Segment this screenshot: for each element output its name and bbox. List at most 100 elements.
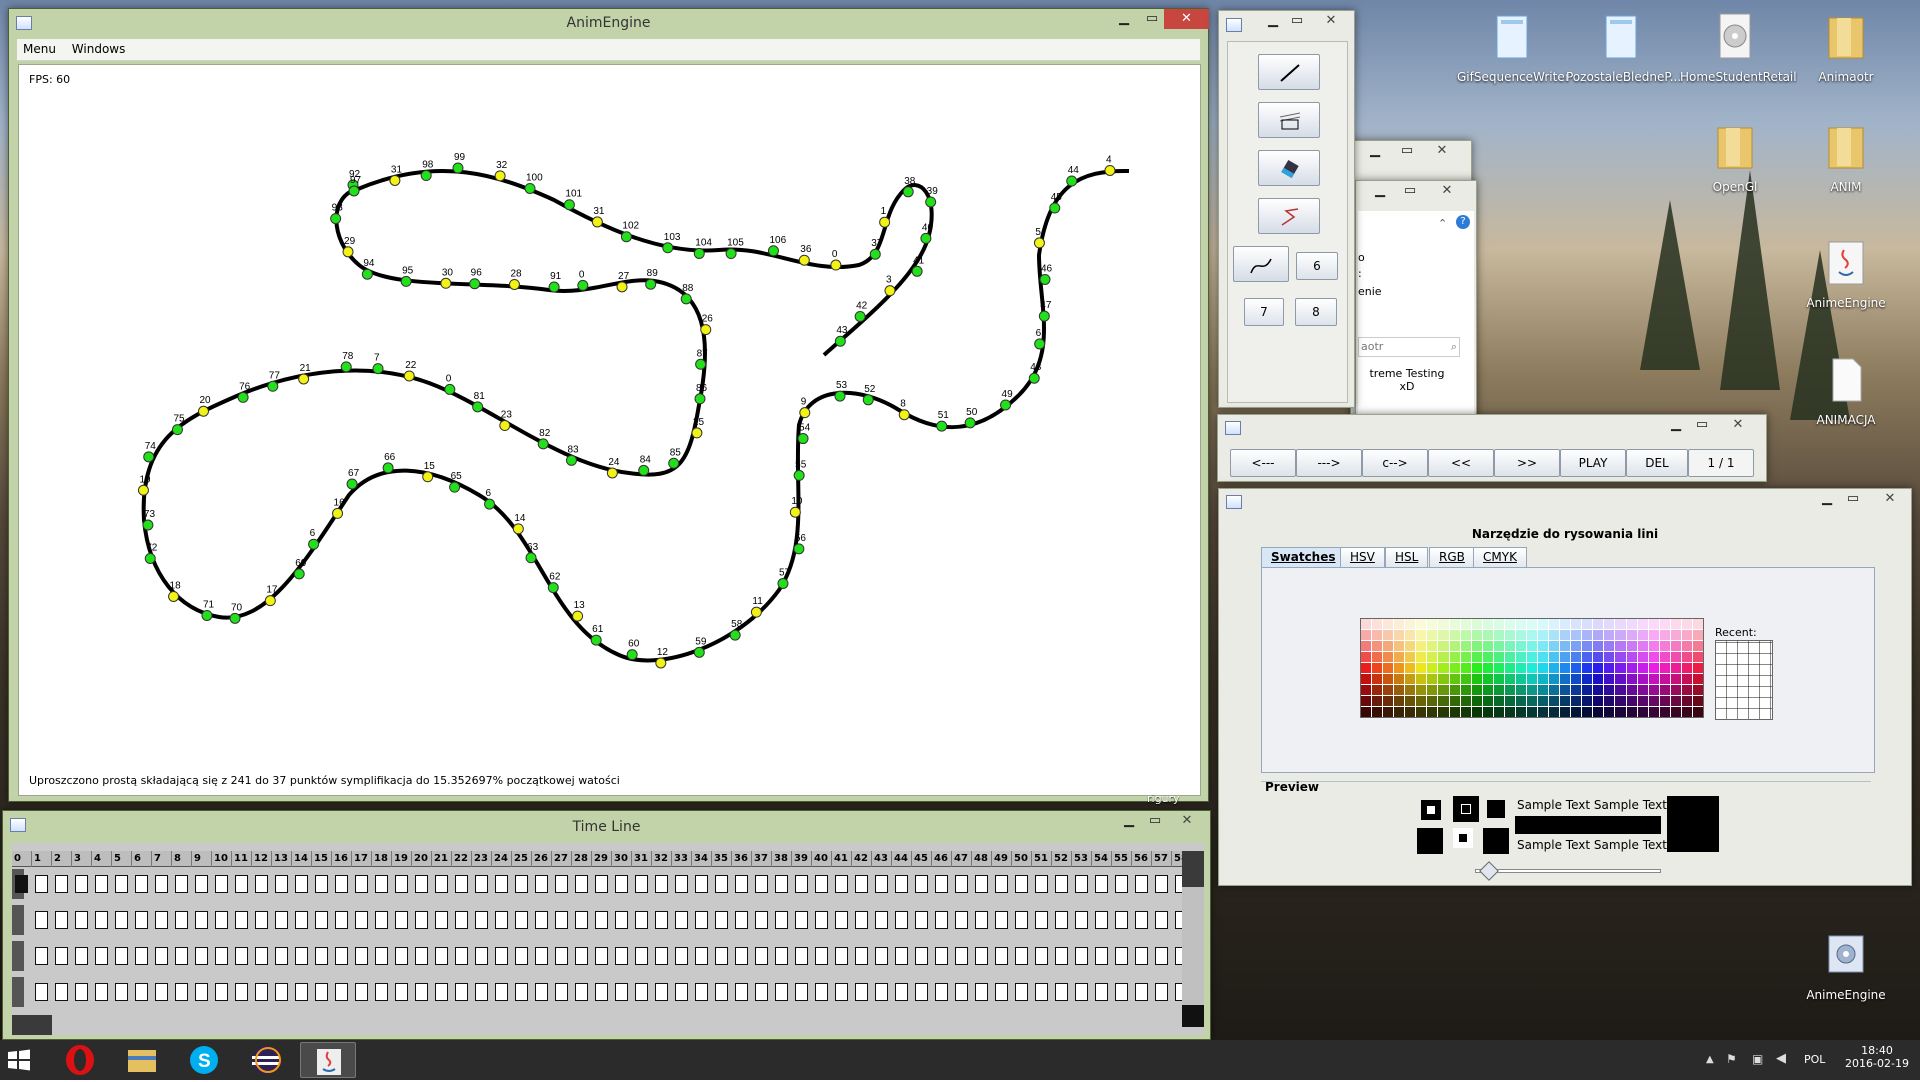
swatch-cell[interactable] — [1471, 619, 1482, 629]
swatch-cell[interactable] — [1372, 696, 1383, 706]
frame-cell[interactable] — [55, 947, 68, 965]
swatch-cell[interactable] — [1560, 663, 1571, 673]
minimize-button[interactable]: ▁ — [1119, 811, 1139, 831]
swatch-cell[interactable] — [1604, 707, 1615, 717]
minimize-button[interactable]: ▁ — [1365, 141, 1385, 161]
curve-control-point[interactable] — [237, 391, 249, 403]
curve-control-point[interactable] — [267, 380, 279, 392]
swatch-cell[interactable] — [1582, 685, 1593, 695]
swatch-cell[interactable] — [1383, 619, 1394, 629]
swatch-cell[interactable] — [1482, 663, 1493, 673]
swatch-cell[interactable] — [1571, 707, 1582, 717]
swatch-cell[interactable] — [1692, 652, 1703, 662]
swatch-cell[interactable] — [1372, 641, 1383, 651]
frame-cell[interactable] — [1015, 947, 1028, 965]
curve-control-point[interactable] — [298, 373, 310, 385]
frame-cell[interactable] — [415, 983, 428, 1001]
frame-cell[interactable] — [155, 983, 168, 1001]
frame-cell[interactable] — [795, 983, 808, 1001]
swatch-cell[interactable] — [1493, 619, 1504, 629]
frame-cell[interactable] — [835, 911, 848, 929]
frame-cell[interactable] — [135, 875, 148, 893]
swatch-cell[interactable] — [1549, 652, 1560, 662]
swatch-cell[interactable] — [1604, 630, 1615, 640]
frame-cell[interactable] — [795, 875, 808, 893]
frame-cell[interactable] — [395, 947, 408, 965]
desktop-icon-homestudentretail[interactable]: HomeStudentRetail — [1680, 12, 1797, 84]
swatch-cell[interactable] — [1460, 652, 1471, 662]
swatch-cell[interactable] — [1626, 685, 1637, 695]
frame-cell[interactable] — [215, 875, 228, 893]
frame-cell[interactable] — [635, 911, 648, 929]
frame-cell[interactable] — [1015, 911, 1028, 929]
frame-cell[interactable] — [235, 983, 248, 1001]
play-button[interactable]: PLAY — [1560, 449, 1626, 477]
tool-button-8[interactable]: 8 — [1295, 298, 1337, 326]
frame-cell[interactable] — [715, 911, 728, 929]
swatch-cell[interactable] — [1571, 619, 1582, 629]
swatch-cell[interactable] — [1372, 630, 1383, 640]
curve-control-point[interactable] — [440, 277, 452, 289]
swatch-cell[interactable] — [1571, 663, 1582, 673]
swatch-cell[interactable] — [1383, 674, 1394, 684]
swatch-cell[interactable] — [1449, 696, 1460, 706]
swatch-cell[interactable] — [1438, 619, 1449, 629]
polyline-tool-button[interactable] — [1258, 198, 1320, 234]
frame-cell[interactable] — [955, 911, 968, 929]
frame-cell[interactable] — [895, 911, 908, 929]
frame-cell[interactable] — [995, 911, 1008, 929]
swatch-cell[interactable] — [1670, 696, 1681, 706]
frame-cell[interactable] — [915, 911, 928, 929]
frame-cell[interactable] — [575, 983, 588, 1001]
swatch-cell[interactable] — [1427, 630, 1438, 640]
frame-cell[interactable] — [495, 947, 508, 965]
swatch-cell[interactable] — [1460, 696, 1471, 706]
frame-cell[interactable] — [35, 947, 48, 965]
swatch-cell[interactable] — [1361, 707, 1372, 717]
frame-cell[interactable] — [975, 911, 988, 929]
delete-frame-button[interactable]: DEL — [1626, 449, 1688, 477]
swatch-cell[interactable] — [1493, 630, 1504, 640]
swatch-cell[interactable] — [1460, 619, 1471, 629]
drawing-canvas[interactable]: FPS: 60 92 93 29 94 95 30 96 28 91 0 27 89 88 26 87 86 2… — [18, 64, 1201, 796]
maximize-button[interactable]: ▭ — [1287, 11, 1307, 31]
swatch-cell[interactable] — [1615, 663, 1626, 673]
swatch-cell[interactable] — [1648, 685, 1659, 695]
frame-cell[interactable] — [535, 983, 548, 1001]
frame-cell[interactable] — [275, 875, 288, 893]
swatch-cell[interactable] — [1471, 674, 1482, 684]
frame-cell[interactable] — [395, 983, 408, 1001]
swatch-cell[interactable] — [1659, 663, 1670, 673]
frame-cell[interactable] — [955, 947, 968, 965]
swatch-cell[interactable] — [1460, 685, 1471, 695]
swatch-cell[interactable] — [1593, 619, 1604, 629]
swatch-cell[interactable] — [1560, 674, 1571, 684]
frame-cell[interactable] — [695, 947, 708, 965]
frame-cell[interactable] — [75, 983, 88, 1001]
frame-cell[interactable] — [255, 983, 268, 1001]
swatch-cell[interactable] — [1405, 652, 1416, 662]
frame-cell[interactable] — [435, 983, 448, 1001]
swatch-cell[interactable] — [1515, 707, 1526, 717]
curve-control-point[interactable] — [789, 506, 801, 518]
curve-control-point[interactable] — [1038, 310, 1050, 322]
frame-cell[interactable] — [475, 983, 488, 1001]
tool-button-7[interactable]: 7 — [1244, 298, 1284, 326]
frame-cell-selected[interactable] — [15, 875, 28, 893]
swatch-cell[interactable] — [1361, 641, 1372, 651]
frame-cell[interactable] — [675, 875, 688, 893]
frame-cell[interactable] — [935, 911, 948, 929]
close-button[interactable]: ✕ — [1427, 141, 1457, 161]
swatch-cell[interactable] — [1482, 696, 1493, 706]
volume-icon[interactable]: ◀ — [1776, 1051, 1786, 1066]
swatch-cell[interactable] — [1361, 619, 1372, 629]
layer-handle[interactable] — [12, 977, 24, 1007]
frame-cell[interactable] — [675, 983, 688, 1001]
swatch-cell[interactable] — [1504, 674, 1515, 684]
frame-cell[interactable] — [775, 875, 788, 893]
swatch-cell[interactable] — [1361, 674, 1372, 684]
frame-cell[interactable] — [555, 911, 568, 929]
swatch-cell[interactable] — [1659, 674, 1670, 684]
swatch-cell[interactable] — [1493, 707, 1504, 717]
swatch-cell[interactable] — [1449, 674, 1460, 684]
